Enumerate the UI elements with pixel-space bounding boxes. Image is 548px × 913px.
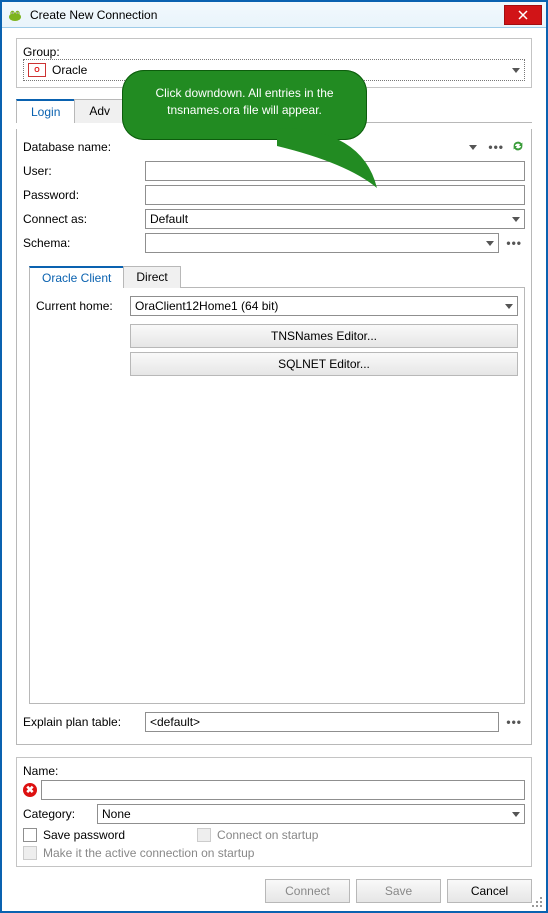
group-label: Group: — [23, 45, 525, 59]
connect-button[interactable]: Connect — [265, 879, 350, 903]
chevron-down-icon[interactable] — [512, 68, 520, 73]
name-input[interactable] — [41, 780, 525, 800]
schema-label: Schema: — [23, 236, 141, 250]
connect-as-label: Connect as: — [23, 212, 141, 226]
explain-plan-label: Explain plan table: — [23, 715, 141, 729]
password-label: Password: — [23, 188, 141, 202]
name-section: Name: ✖ Category: None Save password Con… — [16, 757, 532, 867]
schema-browse-button[interactable]: ••• — [503, 236, 525, 250]
group-section: Group: O Oracle — [16, 38, 532, 88]
database-browse-button[interactable]: ••• — [485, 140, 507, 154]
chevron-down-icon[interactable] — [505, 304, 513, 309]
oracle-icon: O — [28, 63, 46, 77]
chevron-down-icon[interactable] — [469, 145, 477, 150]
connect-as-combo[interactable]: Default — [145, 209, 525, 229]
save-password-label: Save password — [43, 828, 125, 842]
name-label: Name: — [23, 764, 525, 778]
content-area: Group: O Oracle Click downdown. All entr… — [2, 28, 546, 911]
toad-icon — [6, 6, 24, 24]
titlebar: Create New Connection — [2, 2, 546, 28]
window-title: Create New Connection — [30, 8, 504, 22]
chevron-down-icon[interactable] — [486, 241, 494, 246]
group-combo[interactable]: O Oracle — [23, 59, 525, 81]
tab-login[interactable]: Login — [16, 99, 75, 123]
sqlnet-editor-button[interactable]: SQLNET Editor... — [130, 352, 518, 376]
oracle-client-panel: Current home: OraClient12Home1 (64 bit) … — [29, 288, 525, 704]
save-button[interactable]: Save — [356, 879, 441, 903]
refresh-button[interactable] — [511, 139, 525, 156]
save-password-checkbox[interactable] — [23, 828, 37, 842]
user-label: User: — [23, 164, 141, 178]
user-input[interactable] — [145, 161, 525, 181]
explain-plan-browse-button[interactable]: ••• — [503, 715, 525, 729]
active-startup-label: Make it the active connection on startup — [43, 846, 254, 860]
resize-grip[interactable] — [528, 893, 542, 907]
dialog-buttons: Connect Save Cancel — [16, 873, 532, 905]
group-value: Oracle — [52, 63, 87, 77]
chevron-down-icon[interactable] — [512, 812, 520, 817]
close-icon — [518, 10, 528, 20]
connect-startup-checkbox — [197, 828, 211, 842]
main-tabstrip: Login Adv — [16, 98, 532, 123]
schema-combo[interactable] — [145, 233, 499, 253]
database-name-label: Database name: — [23, 140, 141, 154]
login-panel: Database name: ••• User: Password: Conn — [16, 129, 532, 745]
create-connection-window: Create New Connection Group: O Oracle Cl… — [0, 0, 548, 913]
category-label: Category: — [23, 807, 93, 821]
database-name-combo[interactable] — [145, 137, 481, 157]
tnsnames-editor-button[interactable]: TNSNames Editor... — [130, 324, 518, 348]
cancel-button[interactable]: Cancel — [447, 879, 532, 903]
tab-oracle-client[interactable]: Oracle Client — [29, 266, 124, 288]
current-home-combo[interactable]: OraClient12Home1 (64 bit) — [130, 296, 518, 316]
tab-direct[interactable]: Direct — [123, 266, 180, 288]
connect-startup-label: Connect on startup — [217, 828, 318, 842]
password-input[interactable] — [145, 185, 525, 205]
error-icon: ✖ — [23, 783, 37, 797]
close-button[interactable] — [504, 5, 542, 25]
current-home-label: Current home: — [36, 299, 126, 313]
tab-advanced[interactable]: Adv — [74, 99, 125, 123]
chevron-down-icon[interactable] — [512, 217, 520, 222]
active-startup-checkbox — [23, 846, 37, 860]
explain-plan-input[interactable]: <default> — [145, 712, 499, 732]
category-combo[interactable]: None — [97, 804, 525, 824]
client-tabstrip: Oracle Client Direct — [29, 265, 525, 288]
